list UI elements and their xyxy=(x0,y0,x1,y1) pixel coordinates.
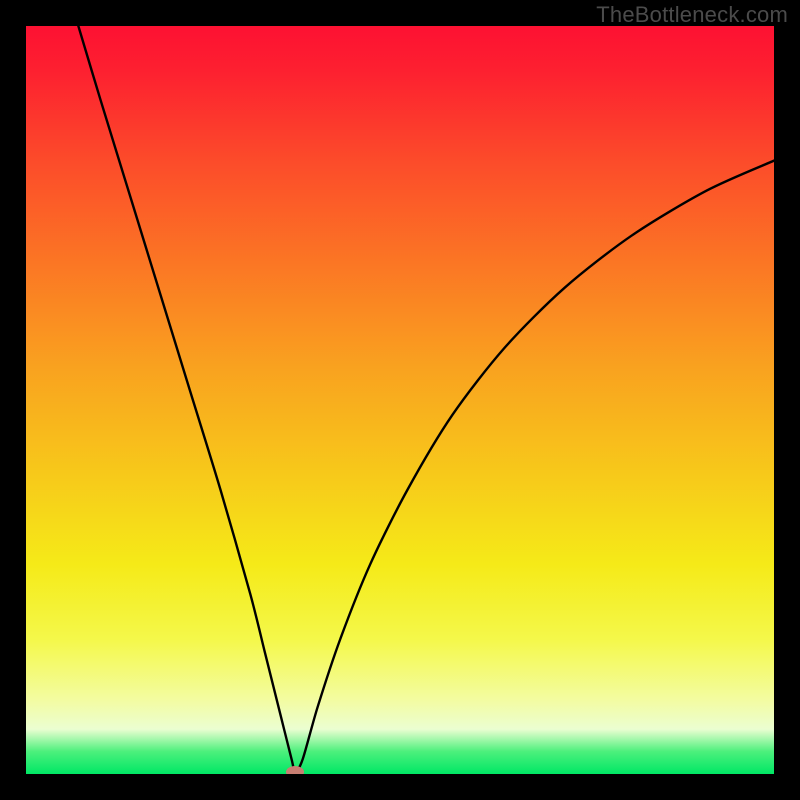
bottleneck-curve xyxy=(26,26,774,774)
curve-path xyxy=(78,26,774,772)
chart-frame: TheBottleneck.com xyxy=(0,0,800,800)
plot-area xyxy=(26,26,774,774)
watermark-text: TheBottleneck.com xyxy=(596,2,788,28)
minimum-marker xyxy=(286,766,304,774)
